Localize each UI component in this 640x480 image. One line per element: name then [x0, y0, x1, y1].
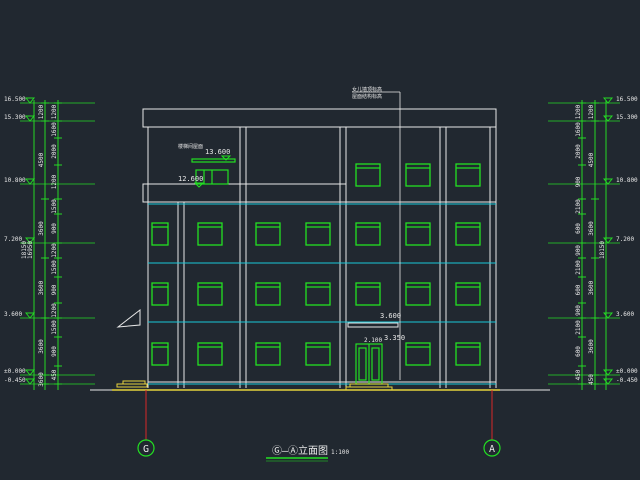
level-door-second: 3.350: [384, 334, 405, 342]
dimension-value: 1200: [38, 104, 45, 119]
dimension-value: 2000: [51, 144, 58, 159]
dimension-value: 450: [575, 369, 582, 380]
dimension-value: 1500: [51, 199, 58, 214]
dimension-value: 1200: [51, 243, 58, 258]
dimension-value: 2100: [575, 260, 582, 275]
level-label: ±0.000: [4, 368, 26, 375]
dimension-value: 3600: [588, 221, 595, 236]
level-label: ±0.000: [616, 368, 638, 375]
dimension-value: 600: [575, 346, 582, 357]
level-label: 16.500: [4, 96, 26, 103]
level-label: 10.800: [616, 177, 638, 184]
dimension-value: 1200: [588, 104, 595, 119]
dimension-value: 4500: [588, 152, 595, 167]
dimension-value: 3600: [588, 280, 595, 295]
dimension-value: 450: [51, 369, 58, 380]
dimension-value: 3600: [38, 280, 45, 295]
dimension-total: 16950: [27, 241, 34, 259]
dimension-total: 18150: [599, 241, 606, 259]
drawing-background: [0, 0, 640, 480]
dimension-value: 600: [575, 223, 582, 234]
level-label: -0.450: [616, 377, 638, 384]
note-roof-structure: 屋面结构标高: [352, 93, 382, 100]
level-canopy: 3.600: [380, 312, 401, 320]
dimension-value: 900: [51, 346, 58, 357]
dimension-value: 900: [575, 176, 582, 187]
dimension-value: 4500: [38, 152, 45, 167]
dimension-value: 3600: [588, 339, 595, 354]
dimension-total: 18150: [21, 241, 28, 259]
dimension-value: 450: [588, 374, 595, 385]
drawing-scale: 1:100: [331, 449, 349, 456]
dimension-value: 1200: [51, 303, 58, 318]
axis-label-right: A: [489, 444, 495, 455]
level-label: 15.300: [616, 114, 638, 121]
level-label: 3.600: [4, 311, 22, 318]
level-label: 16.500: [616, 96, 638, 103]
dimension-value: 900: [51, 284, 58, 295]
note-stair-roof: 楼梯间屋面: [178, 143, 203, 150]
dimension-value: 900: [51, 223, 58, 234]
dimension-value: 900: [575, 305, 582, 316]
dimension-value: 1200: [51, 104, 58, 119]
dimension-value: 600: [575, 284, 582, 295]
dimension-value: 1200: [51, 174, 58, 189]
level-roof-main: 12.600: [178, 175, 203, 183]
dimension-value: 1600: [575, 122, 582, 137]
level-label: -0.450: [4, 377, 26, 384]
elevation-drawing: 楼梯间屋面 13.600 12.600 3.600 2.100 3.350 女儿…: [0, 0, 640, 480]
dimension-value: 3600: [38, 221, 45, 236]
level-roof-stair: 13.600: [205, 148, 230, 156]
level-label: 10.800: [4, 177, 26, 184]
axis-label-left: G: [143, 444, 149, 455]
dimension-value: 1500: [51, 260, 58, 275]
dimension-value: 2100: [575, 199, 582, 214]
dimension-value: 1600: [51, 122, 58, 137]
dimension-value: 1500: [51, 320, 58, 335]
dimension-value: 1200: [575, 104, 582, 119]
dimension-value: 3600: [38, 372, 45, 387]
level-door-head: 2.100: [364, 337, 382, 344]
level-label: 3.600: [616, 311, 634, 318]
dimension-value: 2100: [575, 320, 582, 335]
level-label: 7.200: [4, 236, 22, 243]
dimension-value: 3600: [38, 339, 45, 354]
level-label: 15.300: [4, 114, 26, 121]
drawing-title-text: Ⓖ—Ⓐ立面图: [272, 444, 328, 457]
level-label: 7.200: [616, 236, 634, 243]
dimension-value: 2000: [575, 144, 582, 159]
dimension-value: 900: [575, 245, 582, 256]
